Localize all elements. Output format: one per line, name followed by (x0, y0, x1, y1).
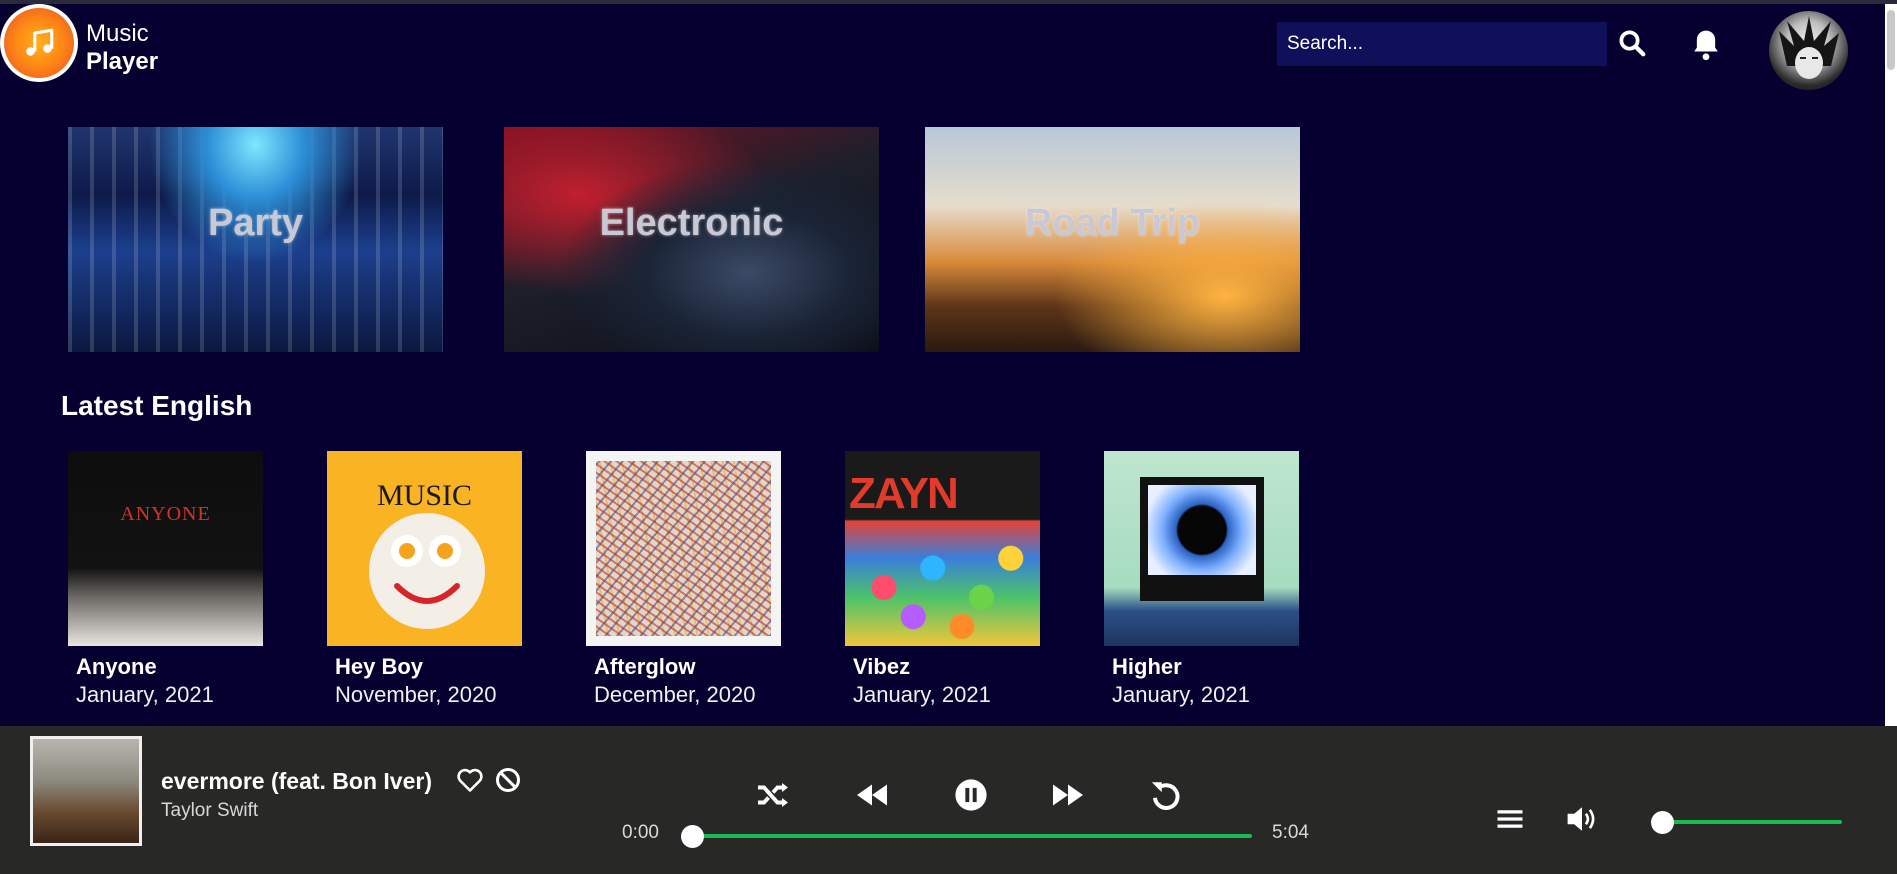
genre-label: Road Trip (1024, 202, 1201, 244)
album-title[interactable]: Higher (1112, 654, 1182, 680)
album-artwork (596, 461, 771, 636)
album-card-anyone[interactable]: ANYONE Anyone January, 2021 (68, 451, 263, 707)
user-avatar[interactable] (1769, 11, 1848, 90)
app-name-line1: Music (86, 20, 149, 47)
app-name: Music Player (86, 20, 158, 76)
album-cover-text: ANYONE (120, 503, 211, 525)
album-artwork (1140, 477, 1264, 601)
album-date: December, 2020 (594, 682, 756, 707)
album-card-afterglow[interactable]: Afterglow December, 2020 (586, 451, 781, 707)
album-title[interactable]: Vibez (853, 654, 910, 680)
now-playing-artwork[interactable] (30, 736, 142, 846)
album-card-hey-boy[interactable]: MUSIC Hey Boy November, 2020 (327, 451, 522, 707)
shuffle-icon[interactable] (753, 778, 793, 812)
album-date: January, 2021 (853, 682, 991, 707)
ban-icon[interactable] (494, 766, 522, 794)
album-card-higher[interactable]: Higher January, 2021 (1104, 451, 1299, 707)
album-date: January, 2021 (1112, 682, 1250, 707)
album-cover-text: ZAYN (849, 469, 959, 518)
album-date: November, 2020 (335, 682, 497, 707)
now-playing-title[interactable]: evermore (feat. Bon Iver) (161, 768, 432, 795)
genre-card-electronic[interactable]: Electronic (504, 127, 879, 352)
player-bar (0, 726, 1897, 874)
repeat-icon[interactable] (1146, 778, 1186, 812)
album-cover[interactable] (1104, 451, 1299, 646)
search-icon[interactable] (1617, 28, 1647, 58)
genre-card-party[interactable]: Party (68, 127, 443, 352)
now-playing-artist[interactable]: Taylor Swift (161, 800, 258, 822)
search-input[interactable] (1277, 22, 1607, 66)
bell-icon[interactable] (1690, 28, 1722, 62)
scrollbar-thumb[interactable] (1887, 10, 1895, 70)
album-cover[interactable] (586, 451, 781, 646)
genre-label: Party (207, 202, 304, 244)
genre-card-road-trip[interactable]: Road Trip (925, 127, 1300, 352)
music-note-icon (4, 8, 74, 78)
current-time: 0:00 (622, 822, 659, 843)
album-title[interactable]: Hey Boy (335, 654, 423, 680)
pause-icon[interactable] (951, 778, 991, 812)
progress-bar[interactable] (692, 834, 1252, 838)
album-date: January, 2021 (76, 682, 214, 707)
fast-forward-icon[interactable] (1048, 778, 1088, 812)
volume-slider[interactable] (1662, 820, 1842, 824)
volume-icon[interactable] (1565, 804, 1599, 834)
album-card-vibez[interactable]: ZAYN Vibez January, 2021 (845, 451, 1040, 707)
queue-icon[interactable] (1495, 806, 1525, 832)
section-title: Latest English (61, 390, 253, 421)
progress-handle[interactable] (681, 825, 704, 848)
album-cover[interactable]: ZAYN (845, 451, 1040, 646)
app-name-line2: Player (86, 48, 159, 75)
album-title[interactable]: Afterglow (594, 654, 695, 680)
album-cover[interactable]: MUSIC (327, 451, 522, 646)
total-time: 5:04 (1272, 822, 1309, 843)
album-cover[interactable]: ANYONE (68, 451, 263, 646)
heart-icon[interactable] (456, 767, 484, 793)
rewind-icon[interactable] (852, 778, 892, 812)
page-scrollbar[interactable] (1885, 4, 1897, 726)
genre-label: Electronic (599, 202, 784, 244)
app-logo[interactable] (0, 4, 78, 82)
album-cover-text: MUSIC (376, 479, 473, 512)
album-title[interactable]: Anyone (76, 654, 157, 680)
window-top-border (0, 0, 1897, 4)
volume-handle[interactable] (1651, 811, 1674, 834)
